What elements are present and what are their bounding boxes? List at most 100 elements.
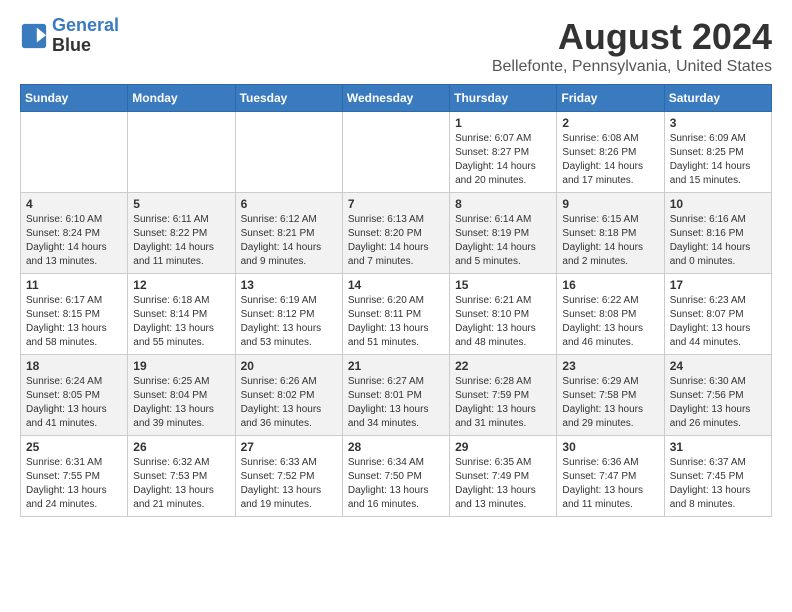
day-number: 10 [670,197,766,211]
calendar-body: 1 Sunrise: 6:07 AM Sunset: 8:27 PM Daylig… [21,112,772,517]
day-of-week-header: Thursday [450,85,557,112]
day-info: Sunrise: 6:11 AM Sunset: 8:22 PM Dayligh… [133,213,229,269]
day-number: 8 [455,197,551,211]
calendar-day-cell: 18 Sunrise: 6:24 AM Sunset: 8:05 PM Dayli… [21,355,128,436]
day-number: 17 [670,278,766,292]
calendar-day-cell: 26 Sunrise: 6:32 AM Sunset: 7:53 PM Dayli… [128,436,235,517]
day-number: 14 [348,278,444,292]
day-info: Sunrise: 6:37 AM Sunset: 7:45 PM Dayligh… [670,456,766,512]
calendar-day-cell: 1 Sunrise: 6:07 AM Sunset: 8:27 PM Daylig… [450,112,557,193]
day-number: 1 [455,116,551,130]
calendar-week-row: 18 Sunrise: 6:24 AM Sunset: 8:05 PM Dayli… [21,355,772,436]
day-info: Sunrise: 6:08 AM Sunset: 8:26 PM Dayligh… [562,132,658,188]
day-info: Sunrise: 6:09 AM Sunset: 8:25 PM Dayligh… [670,132,766,188]
day-info: Sunrise: 6:12 AM Sunset: 8:21 PM Dayligh… [241,213,337,269]
calendar-day-cell: 14 Sunrise: 6:20 AM Sunset: 8:11 PM Dayli… [342,274,449,355]
calendar-day-cell: 27 Sunrise: 6:33 AM Sunset: 7:52 PM Dayli… [235,436,342,517]
day-info: Sunrise: 6:34 AM Sunset: 7:50 PM Dayligh… [348,456,444,512]
calendar-day-cell: 4 Sunrise: 6:10 AM Sunset: 8:24 PM Daylig… [21,193,128,274]
day-number: 23 [562,359,658,373]
day-number: 11 [26,278,122,292]
day-number: 28 [348,440,444,454]
day-of-week-header: Wednesday [342,85,449,112]
calendar-day-cell: 10 Sunrise: 6:16 AM Sunset: 8:16 PM Dayli… [664,193,771,274]
day-number: 20 [241,359,337,373]
calendar-day-cell: 30Sunrise: 6:36 AM Sunset: 7:47 PM Dayli… [557,436,664,517]
calendar-day-cell: 19 Sunrise: 6:25 AM Sunset: 8:04 PM Dayli… [128,355,235,436]
day-number: 26 [133,440,229,454]
title-block: August 2024 Bellefonte, Pennsylvania, Un… [492,16,772,76]
calendar-day-cell: 17 Sunrise: 6:23 AM Sunset: 8:07 PM Dayli… [664,274,771,355]
day-info: Sunrise: 6:29 AM Sunset: 7:58 PM Dayligh… [562,375,658,431]
day-of-week-header: Sunday [21,85,128,112]
calendar-day-cell: 22Sunrise: 6:28 AM Sunset: 7:59 PM Dayli… [450,355,557,436]
calendar-day-cell [128,112,235,193]
day-number: 12 [133,278,229,292]
calendar-week-row: 1 Sunrise: 6:07 AM Sunset: 8:27 PM Daylig… [21,112,772,193]
day-of-week-header: Saturday [664,85,771,112]
day-info: Sunrise: 6:10 AM Sunset: 8:24 PM Dayligh… [26,213,122,269]
calendar-table: SundayMondayTuesdayWednesdayThursdayFrid… [20,84,772,517]
day-info: Sunrise: 6:17 AM Sunset: 8:15 PM Dayligh… [26,294,122,350]
calendar-day-cell: 21Sunrise: 6:27 AM Sunset: 8:01 PM Dayli… [342,355,449,436]
day-info: Sunrise: 6:21 AM Sunset: 8:10 PM Dayligh… [455,294,551,350]
day-info: Sunrise: 6:07 AM Sunset: 8:27 PM Dayligh… [455,132,551,188]
day-info: Sunrise: 6:28 AM Sunset: 7:59 PM Dayligh… [455,375,551,431]
day-number: 4 [26,197,122,211]
day-info: Sunrise: 6:13 AM Sunset: 8:20 PM Dayligh… [348,213,444,269]
day-info: Sunrise: 6:18 AM Sunset: 8:14 PM Dayligh… [133,294,229,350]
day-info: Sunrise: 6:36 AM Sunset: 7:47 PM Dayligh… [562,456,658,512]
calendar-day-cell: 3 Sunrise: 6:09 AM Sunset: 8:25 PM Daylig… [664,112,771,193]
calendar-header: SundayMondayTuesdayWednesdayThursdayFrid… [21,85,772,112]
calendar-day-cell: 24Sunrise: 6:30 AM Sunset: 7:56 PM Dayli… [664,355,771,436]
logo-icon [20,22,48,50]
day-number: 31 [670,440,766,454]
logo-text: General Blue [52,16,119,56]
day-info: Sunrise: 6:31 AM Sunset: 7:55 PM Dayligh… [26,456,122,512]
calendar-day-cell: 28 Sunrise: 6:34 AM Sunset: 7:50 PM Dayli… [342,436,449,517]
day-info: Sunrise: 6:35 AM Sunset: 7:49 PM Dayligh… [455,456,551,512]
day-info: Sunrise: 6:15 AM Sunset: 8:18 PM Dayligh… [562,213,658,269]
day-number: 9 [562,197,658,211]
day-info: Sunrise: 6:14 AM Sunset: 8:19 PM Dayligh… [455,213,551,269]
day-info: Sunrise: 6:27 AM Sunset: 8:01 PM Dayligh… [348,375,444,431]
day-info: Sunrise: 6:25 AM Sunset: 8:04 PM Dayligh… [133,375,229,431]
day-number: 13 [241,278,337,292]
calendar-day-cell [342,112,449,193]
main-title: August 2024 [492,16,772,58]
day-info: Sunrise: 6:20 AM Sunset: 8:11 PM Dayligh… [348,294,444,350]
day-info: Sunrise: 6:33 AM Sunset: 7:52 PM Dayligh… [241,456,337,512]
day-info: Sunrise: 6:26 AM Sunset: 8:02 PM Dayligh… [241,375,337,431]
day-number: 24 [670,359,766,373]
day-number: 18 [26,359,122,373]
logo: General Blue [20,16,119,56]
day-number: 27 [241,440,337,454]
calendar-week-row: 11 Sunrise: 6:17 AM Sunset: 8:15 PM Dayli… [21,274,772,355]
calendar-day-cell: 8 Sunrise: 6:14 AM Sunset: 8:19 PM Daylig… [450,193,557,274]
day-info: Sunrise: 6:19 AM Sunset: 8:12 PM Dayligh… [241,294,337,350]
day-info: Sunrise: 6:22 AM Sunset: 8:08 PM Dayligh… [562,294,658,350]
day-number: 2 [562,116,658,130]
calendar-day-cell: 15 Sunrise: 6:21 AM Sunset: 8:10 PM Dayli… [450,274,557,355]
calendar-day-cell: 12 Sunrise: 6:18 AM Sunset: 8:14 PM Dayli… [128,274,235,355]
day-info: Sunrise: 6:16 AM Sunset: 8:16 PM Dayligh… [670,213,766,269]
calendar-day-cell: 7 Sunrise: 6:13 AM Sunset: 8:20 PM Daylig… [342,193,449,274]
calendar-day-cell: 2 Sunrise: 6:08 AM Sunset: 8:26 PM Daylig… [557,112,664,193]
calendar-day-cell: 29 Sunrise: 6:35 AM Sunset: 7:49 PM Dayli… [450,436,557,517]
day-of-week-header: Tuesday [235,85,342,112]
day-number: 25 [26,440,122,454]
calendar-day-cell: 16Sunrise: 6:22 AM Sunset: 8:08 PM Dayli… [557,274,664,355]
day-number: 3 [670,116,766,130]
day-info: Sunrise: 6:32 AM Sunset: 7:53 PM Dayligh… [133,456,229,512]
page-header: General Blue August 2024 Bellefonte, Pen… [20,16,772,76]
calendar-day-cell: 31 Sunrise: 6:37 AM Sunset: 7:45 PM Dayli… [664,436,771,517]
calendar-day-cell: 23 Sunrise: 6:29 AM Sunset: 7:58 PM Dayli… [557,355,664,436]
calendar-day-cell: 6Sunrise: 6:12 AM Sunset: 8:21 PM Daylig… [235,193,342,274]
day-number: 7 [348,197,444,211]
day-info: Sunrise: 6:24 AM Sunset: 8:05 PM Dayligh… [26,375,122,431]
day-info: Sunrise: 6:23 AM Sunset: 8:07 PM Dayligh… [670,294,766,350]
day-number: 15 [455,278,551,292]
day-number: 19 [133,359,229,373]
day-number: 29 [455,440,551,454]
day-number: 5 [133,197,229,211]
